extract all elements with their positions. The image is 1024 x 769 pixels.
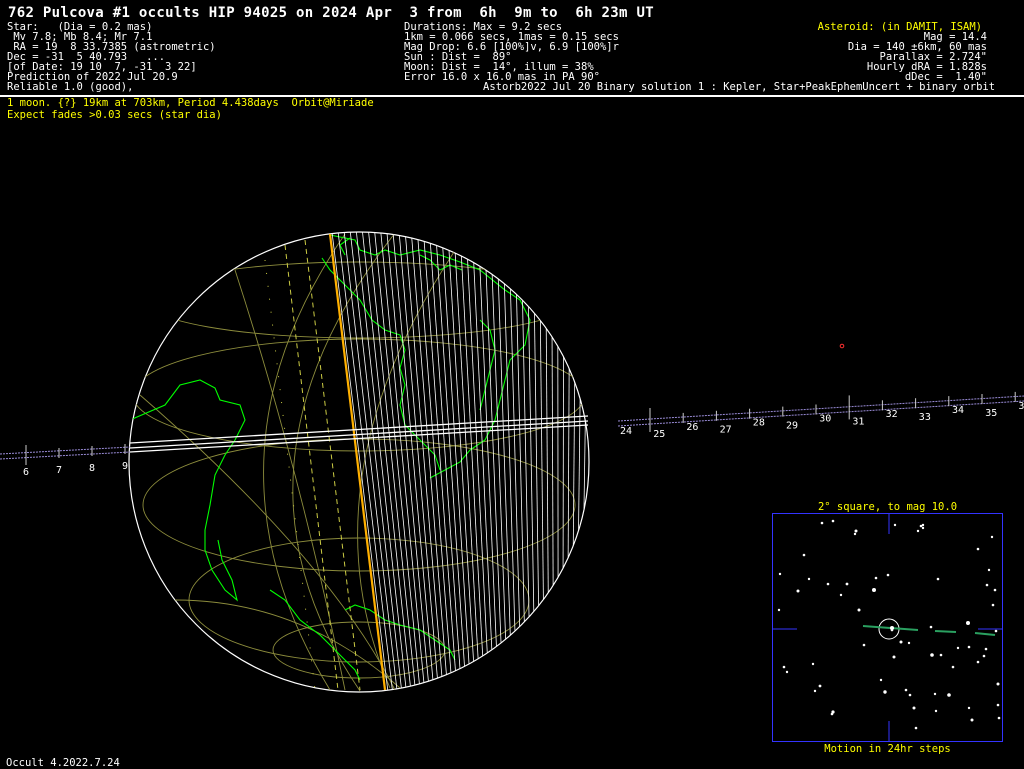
track-tick-label: 8 [89,463,95,474]
field-star [883,690,887,694]
field-star [872,588,876,592]
field-star [904,688,908,692]
field-star [921,526,925,530]
field-star [839,593,843,597]
track-tick-label: 9 [122,461,128,472]
field-star [997,716,1001,720]
field-star [934,709,938,713]
field-star [970,718,974,722]
field-star [984,647,988,651]
track-tick-label: 6 [23,467,29,478]
field-star [966,621,970,625]
field-star [785,670,789,674]
field-star [908,693,912,697]
finder-chart-title: 2° square, to mag 10.0 [817,501,958,513]
field-star [813,689,817,693]
field-star [818,684,822,688]
field-star [831,519,835,523]
field-star [985,583,989,587]
track-tick-label: 33 [919,412,931,423]
field-star [914,726,918,730]
field-star [912,706,916,710]
field-star [987,568,991,572]
field-star [947,693,951,697]
field-star [996,703,1000,707]
field-star [807,577,811,581]
field-star [993,588,997,592]
field-star [879,678,883,682]
field-star [933,692,937,696]
field-star [899,640,903,644]
field-star [930,653,934,657]
field-star [777,608,781,612]
field-star [990,535,994,539]
star-field [773,514,1002,741]
field-star [826,582,830,586]
track-tick-label: 25 [653,429,665,440]
asteroid-marker [839,343,845,349]
field-star [976,660,980,664]
track-tick-label: 34 [952,405,964,416]
field-star [951,665,955,669]
field-star [991,603,995,607]
field-star [982,654,986,658]
field-star [796,589,800,593]
track-tick-label: 24 [620,426,632,437]
track-tick-label: 32 [886,409,898,420]
track-tick-label: 29 [786,421,798,432]
field-star [892,655,896,659]
field-star [857,608,861,612]
track-ticks-left: 6 7 8 9 [23,444,128,478]
field-star [967,706,971,710]
field-star [854,529,858,533]
track-tick-label: 28 [753,418,765,429]
track-ticks-right: 24 25 26 27 28 29 30 31 32 33 34 35 3 [620,391,1024,440]
finder-chart [772,513,1003,742]
field-star [886,573,890,577]
field-star [778,572,782,576]
track-tick-label: 35 [985,408,997,419]
field-star [893,523,897,527]
globe [128,231,590,693]
field-star [830,712,834,716]
finder-chart-footer: Motion in 24hr steps [824,743,951,755]
field-star [939,653,943,657]
field-star [994,629,998,633]
track-tick-label: 3 [1018,401,1024,412]
field-star [936,577,940,581]
field-star [874,576,878,580]
field-star [929,625,933,629]
field-star [921,523,925,527]
field-star [976,547,980,551]
track-tick-label: 26 [686,422,698,433]
track-tick-label: 30 [819,413,831,424]
field-star [967,645,971,649]
field-star [862,643,866,647]
field-star [956,646,960,650]
track-tick-label: 31 [852,416,864,427]
field-star [820,521,824,525]
field-star [802,553,806,557]
field-star [845,582,849,586]
field-star [811,662,815,666]
field-star [853,532,857,536]
field-star [916,529,920,533]
field-star [890,628,894,632]
field-stars [777,519,1001,730]
track-tick-label: 7 [56,465,62,476]
motion-steps [862,625,996,636]
field-star [996,682,1000,686]
field-star [782,665,786,669]
track-tick-label: 27 [720,425,732,436]
software-version: Occult 4.2022.7.24 [6,757,120,769]
field-star [907,641,911,645]
